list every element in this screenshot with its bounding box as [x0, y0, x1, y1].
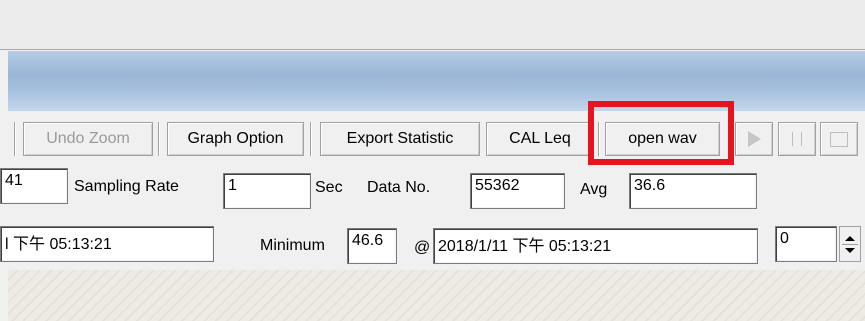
- sec-label: Sec: [315, 179, 343, 196]
- highlight-box: [588, 101, 734, 165]
- spin-divider: [842, 244, 858, 245]
- graph-option-button[interactable]: Graph Option: [167, 122, 304, 156]
- pause-button[interactable]: [778, 122, 816, 156]
- toolbar-separator: [14, 122, 16, 156]
- cal-leq-button[interactable]: CAL Leq: [486, 122, 594, 156]
- undo-zoom-button[interactable]: Undo Zoom: [23, 122, 153, 156]
- sampling-rate-input[interactable]: 1: [223, 173, 311, 209]
- toolbar-separator: [158, 122, 160, 156]
- avg-field[interactable]: 36.6: [629, 173, 757, 209]
- spinner[interactable]: [839, 226, 861, 262]
- spin-down-icon[interactable]: [845, 248, 855, 253]
- spin-value-field[interactable]: 0: [775, 226, 837, 262]
- minimum-label: Minimum: [260, 237, 325, 254]
- pause-icon: [792, 132, 802, 146]
- avg-label: Avg: [580, 181, 608, 198]
- play-icon: [747, 131, 761, 147]
- minimum-field[interactable]: 46.6: [347, 228, 397, 264]
- spin-up-icon[interactable]: [845, 236, 855, 241]
- at-label: @: [414, 239, 431, 256]
- minimum-time-field[interactable]: 2018/1/11 下午 05:13:21: [433, 228, 758, 264]
- data-no-label: Data No.: [367, 179, 431, 196]
- data-no-field[interactable]: 55362: [470, 173, 565, 209]
- top-strip: [0, 0, 865, 50]
- title-band: [8, 51, 865, 111]
- partial-field[interactable]: 41: [0, 168, 68, 204]
- partial-time-field[interactable]: l 下午 05:13:21: [0, 226, 214, 262]
- play-button[interactable]: [735, 122, 773, 156]
- export-statistic-button[interactable]: Export Statistic: [320, 122, 480, 156]
- stop-icon: [830, 131, 848, 147]
- sampling-rate-label: Sampling Rate: [74, 178, 179, 195]
- stop-button[interactable]: [820, 122, 858, 156]
- toolbar-separator: [310, 122, 312, 156]
- bottom-panel: [8, 270, 865, 321]
